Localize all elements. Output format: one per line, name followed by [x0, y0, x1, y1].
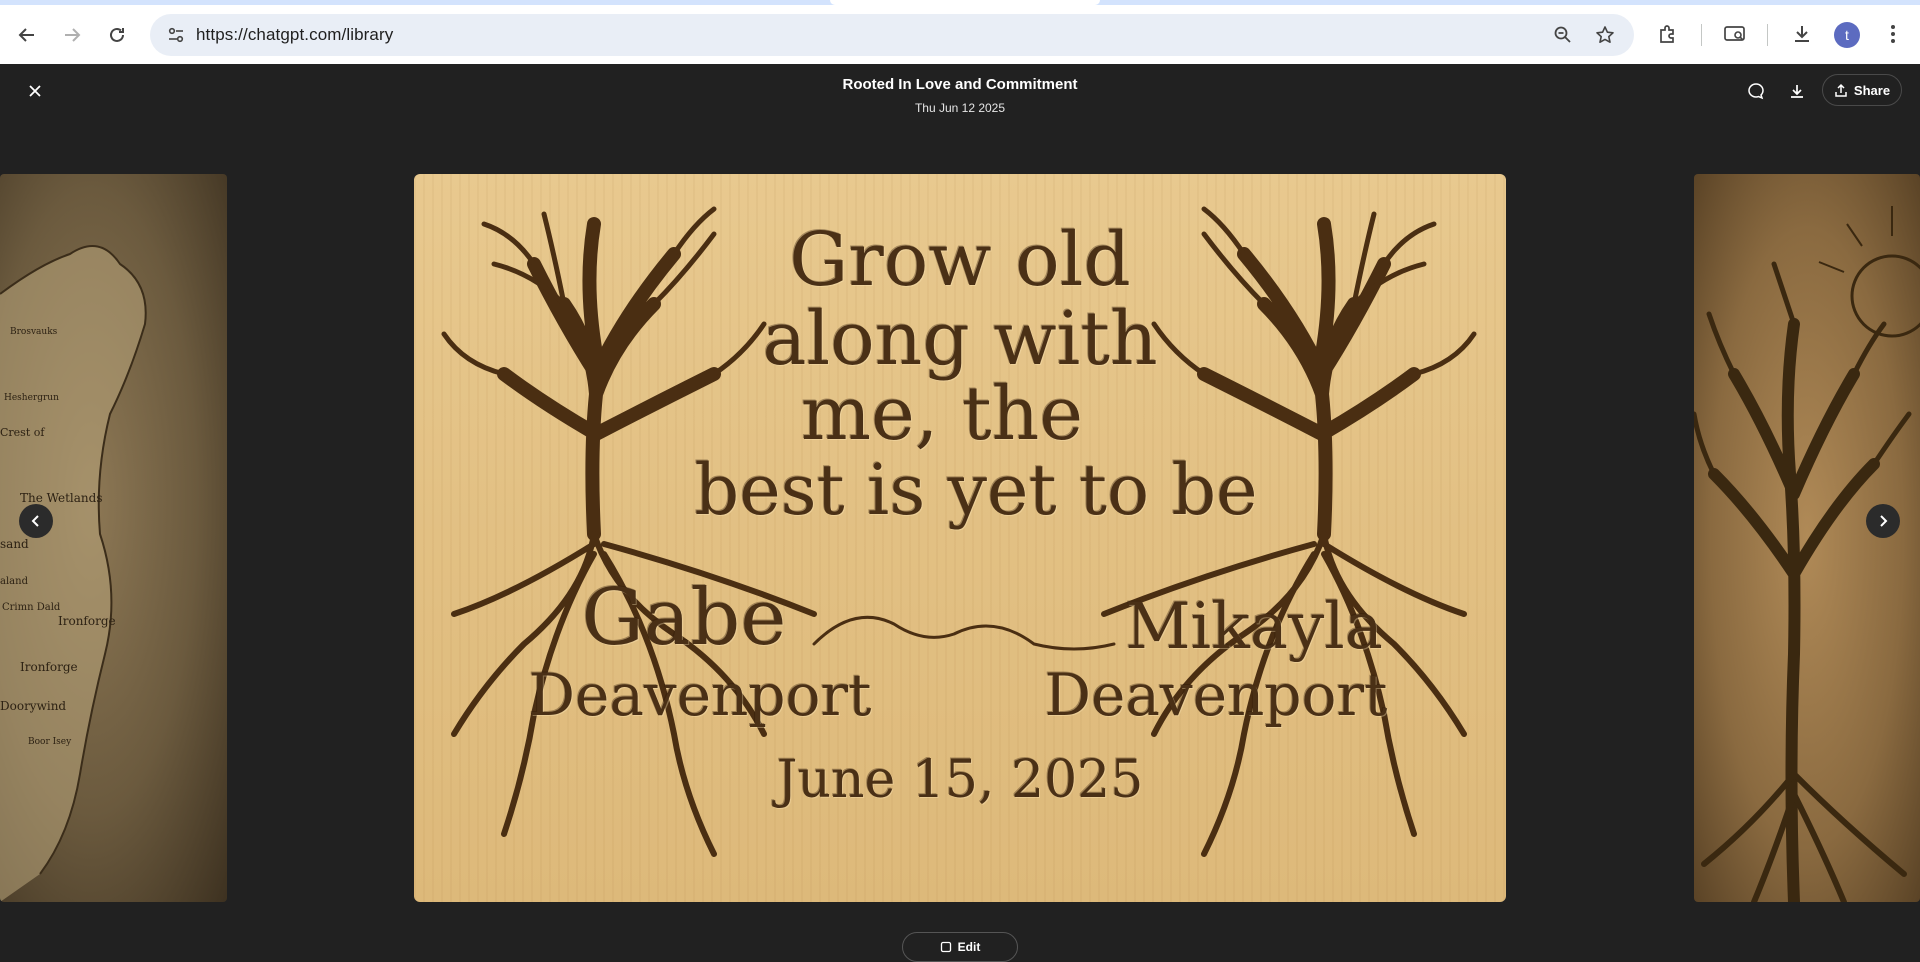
quote-line-2: along with — [762, 296, 1158, 382]
forward-button[interactable] — [54, 17, 90, 53]
address-bar[interactable]: https://chatgpt.com/library — [150, 14, 1634, 56]
map-label: Ironforge — [58, 614, 116, 628]
profile-avatar[interactable]: t — [1834, 22, 1860, 48]
edit-icon — [940, 941, 951, 953]
next-image-thumbnail[interactable] — [1694, 174, 1920, 902]
map-label: sand — [0, 537, 29, 551]
name-left-last: Deavenport — [528, 661, 872, 729]
download-icon — [1791, 85, 1803, 98]
cast-search-icon[interactable] — [1722, 21, 1748, 47]
download-icon[interactable] — [1789, 21, 1815, 47]
speech-bubble-icon — [1748, 83, 1764, 100]
main-image[interactable]: Grow old along with me, the best is yet … — [414, 174, 1506, 902]
toolbar-divider — [1701, 24, 1702, 46]
browser-toolbar: https://chatgpt.com/library t — [0, 0, 1920, 64]
url-text[interactable]: https://chatgpt.com/library — [196, 25, 393, 45]
wedding-date: June 15, 2025 — [776, 750, 1144, 810]
map-label: aland — [0, 576, 29, 587]
name-right-first: Mikayla — [1125, 590, 1383, 664]
map-label: Crimn Dald — [2, 602, 61, 613]
active-tab[interactable] — [830, 0, 1100, 5]
reload-button[interactable] — [99, 17, 135, 53]
previous-image-button[interactable] — [19, 504, 53, 538]
tree-sun-illustration — [1694, 206, 1920, 902]
map-label: Brosvauks — [10, 327, 58, 337]
back-button[interactable] — [9, 17, 45, 53]
puzzle-icon[interactable] — [1655, 21, 1681, 47]
comment-button[interactable] — [1743, 78, 1769, 104]
arrow-left-icon — [18, 28, 34, 42]
map-label: Ironforge — [20, 660, 78, 674]
name-right-last: Deavenport — [1044, 661, 1388, 729]
edit-label: Edit — [957, 940, 981, 954]
zoom-icon[interactable] — [1552, 24, 1574, 46]
share-label: Share — [1853, 82, 1891, 98]
map-label: Boor Isey — [28, 737, 72, 747]
image-date: Thu Jun 12 2025 — [914, 101, 1006, 115]
edit-button[interactable]: Edit — [902, 932, 1018, 962]
quote-line-4: best is yet to be — [694, 449, 1258, 531]
next-image-button[interactable] — [1866, 504, 1900, 538]
tab-strip — [0, 0, 1920, 5]
share-button[interactable]: Share — [1822, 74, 1902, 106]
image-title: Rooted In Love and Commitment — [842, 76, 1078, 93]
map-label: Doorywind — [0, 699, 66, 713]
chevron-right-icon — [1880, 515, 1888, 527]
quote-line-3: me, the — [800, 371, 1084, 457]
kebab-menu-icon[interactable] — [1880, 21, 1906, 47]
name-left-first: Gabe — [581, 573, 787, 663]
map-label: Heshergrun — [4, 393, 59, 403]
chevron-left-icon — [31, 515, 39, 527]
map-illustration: Brosvauks Heshergrun Crest of The Wetlan… — [0, 245, 147, 902]
share-icon — [1835, 83, 1847, 97]
reload-icon — [110, 27, 124, 42]
previous-image-thumbnail[interactable]: Brosvauks Heshergrun Crest of The Wetlan… — [0, 174, 227, 902]
tune-icon[interactable] — [166, 25, 186, 45]
map-label: The Wetlands — [20, 491, 103, 505]
star-icon[interactable] — [1594, 24, 1616, 46]
arrow-right-icon — [65, 28, 81, 42]
toolbar-divider — [1767, 24, 1768, 46]
quote-line-1: Grow old — [789, 217, 1131, 303]
map-label: Crest of — [0, 426, 45, 439]
download-image-button[interactable] — [1784, 78, 1810, 104]
